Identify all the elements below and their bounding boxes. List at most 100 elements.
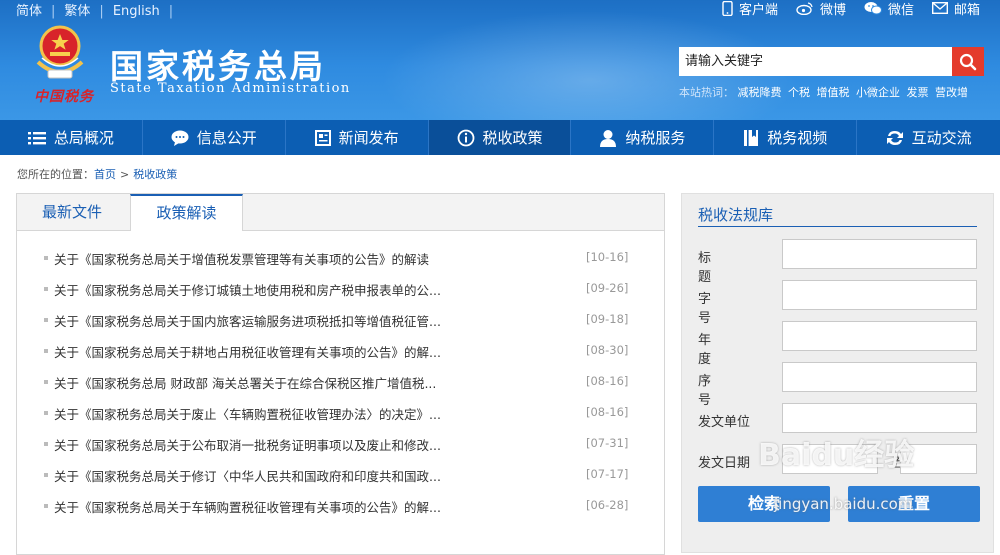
breadcrumb: 您所在的位置：首页 > 税收政策 — [17, 166, 177, 182]
list-item-title[interactable]: 关于《国家税务总局关于修订〈中华人民共和国政府和印度共和国政... — [54, 466, 441, 485]
date-to-field[interactable] — [900, 444, 977, 474]
search-box — [679, 47, 984, 76]
title-field[interactable] — [782, 239, 977, 269]
lang-traditional-link[interactable]: 繁体 — [64, 4, 90, 19]
nav-item-tax-service[interactable]: 纳税服务 — [571, 120, 715, 155]
nav-item-tax-policy[interactable]: 税收政策 — [428, 120, 572, 155]
year-field[interactable] — [782, 321, 977, 351]
list-item[interactable]: 关于《国家税务总局关于耕地占用税征收管理有关事项的公告》的解... [08-30] — [17, 335, 664, 366]
lang-english-link[interactable]: English — [113, 4, 160, 19]
mail-icon — [931, 2, 948, 14]
mail-link[interactable]: 邮箱 — [931, 0, 980, 18]
list-item-title[interactable]: 关于《国家税务总局关于车辆购置税征收管理有关事项的公告》的解... — [54, 497, 441, 516]
search-icon — [959, 53, 977, 70]
list-item[interactable]: 关于《国家税务总局关于废止〈车辆购置税征收管理办法〉的决定》... [08-16] — [17, 397, 664, 428]
hot-word[interactable]: 小微企业 — [856, 86, 900, 99]
hot-word[interactable]: 个税 — [788, 86, 810, 99]
client-link[interactable]: 客户端 — [722, 0, 778, 18]
nav-label: 信息公开 — [196, 129, 257, 147]
nav-item-overview[interactable]: 总局概况 — [0, 120, 143, 155]
weibo-icon — [796, 2, 813, 15]
list-item-title[interactable]: 关于《国家税务总局关于国内旅客运输服务进项税抵扣等增值税征管... — [54, 311, 441, 330]
tab-policy-interpretation[interactable]: 政策解读 — [130, 194, 243, 231]
nav-label: 税务视频 — [767, 129, 828, 147]
list-item[interactable]: 关于《国家税务总局关于修订〈中华人民共和国政府和印度共和国政... [07-17] — [17, 459, 664, 490]
lang-separator: | — [51, 4, 56, 19]
reset-button[interactable]: 重置 — [848, 486, 980, 522]
search-law-button[interactable]: 检索 — [698, 486, 830, 522]
bullet-icon — [44, 473, 48, 477]
wechat-link-label: 微信 — [887, 2, 914, 18]
bullet-icon — [44, 318, 48, 322]
tab-latest-documents[interactable]: 最新文件 — [42, 194, 102, 230]
list-item[interactable]: 关于《国家税务总局关于增值税发票管理等有关事项的公告》的解读 [10-16] — [17, 242, 664, 273]
search-input[interactable] — [679, 47, 951, 76]
issuer-field[interactable] — [782, 403, 977, 433]
bullet-icon — [44, 287, 48, 291]
policy-list-panel: 最新文件 政策解读 关于《国家税务总局关于增值税发票管理等有关事项的公告》的解读… — [16, 193, 665, 555]
list-item[interactable]: 关于《国家税务总局 财政部 海关总署关于在综合保税区推广增值税... [08-16… — [17, 366, 664, 397]
menu-icon — [27, 131, 46, 144]
hot-word[interactable]: 减税降费 — [738, 86, 782, 99]
bullet-icon — [44, 380, 48, 384]
nav-item-news[interactable]: 新闻发布 — [286, 120, 429, 155]
nav-label: 互动交流 — [911, 129, 972, 147]
serial-field[interactable] — [782, 362, 977, 392]
hot-word[interactable]: 增值税 — [817, 86, 850, 99]
site-subtitle: State Taxation Administration — [110, 81, 351, 96]
bullet-icon — [44, 411, 48, 415]
bullet-icon — [44, 256, 48, 260]
field-label-title: 标题 — [698, 251, 731, 285]
list-item[interactable]: 关于《国家税务总局关于国内旅客运输服务进项税抵扣等增值税征管... [09-18] — [17, 304, 664, 335]
hot-word[interactable]: 发票 — [907, 86, 929, 99]
weibo-link[interactable]: 微博 — [796, 0, 846, 18]
law-panel-divider — [698, 226, 977, 227]
date-from-field[interactable] — [782, 444, 878, 474]
nav-item-disclosure[interactable]: 信息公开 — [143, 120, 286, 155]
field-label-year: 年度 — [698, 333, 731, 367]
list-item-title[interactable]: 关于《国家税务总局关于耕地占用税征收管理有关事项的公告》的解... — [54, 342, 441, 361]
national-emblem-logo[interactable] — [28, 22, 92, 84]
field-label-issuer: 发文单位 — [698, 415, 751, 430]
law-search-panel: 税收法规库 标题 字号 年度 序号 发文单位 发文日期 至 检索 重置 — [681, 193, 994, 553]
list-item[interactable]: 关于《国家税务总局关于车辆购置税征收管理有关事项的公告》的解... [06-28] — [17, 490, 664, 521]
list-item-date: [06-28] — [586, 498, 629, 512]
client-link-label: 客户端 — [738, 2, 778, 18]
wechat-link[interactable]: 微信 — [864, 0, 914, 18]
lang-simplified-link[interactable]: 简体 — [16, 4, 42, 19]
list-item-title[interactable]: 关于《国家税务总局关于废止〈车辆购置税征收管理办法〉的决定》... — [54, 404, 441, 423]
list-item[interactable]: 关于《国家税务总局关于公布取消一批税务证明事项以及废止和修改... [07-31] — [17, 428, 664, 459]
weibo-link-label: 微博 — [819, 2, 846, 18]
document-icon — [314, 129, 331, 146]
list-item-date: [09-18] — [586, 312, 629, 326]
site-header: 简体 | 繁体 | English | 客户端 微博 微信 邮箱 中国税务 国家税务总局 … — [0, 0, 1000, 120]
main-nav: 总局概况 信息公开 新闻发布 税收政策 纳税服务 税务视频 互动交流 — [0, 120, 1000, 155]
nav-item-interaction[interactable]: 互动交流 — [857, 120, 1000, 155]
list-item-title[interactable]: 关于《国家税务总局 财政部 海关总署关于在综合保税区推广增值税... — [54, 373, 436, 392]
list-item-date: [10-16] — [586, 250, 629, 264]
field-label-serial: 序号 — [698, 374, 731, 408]
list-item-title[interactable]: 关于《国家税务总局关于修订城镇土地使用税和房产税申报表单的公... — [54, 280, 441, 299]
nav-label: 税收政策 — [482, 129, 543, 147]
breadcrumb-current-link[interactable]: 税收政策 — [133, 168, 177, 181]
lang-separator: | — [99, 4, 104, 19]
list-item[interactable]: 关于《国家税务总局关于修订城镇土地使用税和房产税申报表单的公... [09-26] — [17, 273, 664, 304]
wechat-icon — [864, 2, 882, 15]
mail-link-label: 邮箱 — [953, 2, 980, 18]
nav-label: 新闻发布 — [338, 129, 399, 147]
breadcrumb-prefix: 您所在的位置： — [17, 168, 94, 181]
doc-number-field[interactable] — [782, 280, 977, 310]
mobile-icon — [722, 0, 733, 16]
field-label-issue-date: 发文日期 — [698, 456, 751, 471]
user-icon — [600, 129, 617, 147]
list-item-title[interactable]: 关于《国家税务总局关于增值税发票管理等有关事项的公告》的解读 — [54, 249, 429, 268]
hot-word[interactable]: 营改增 — [935, 86, 968, 99]
search-button[interactable] — [952, 47, 984, 76]
breadcrumb-home-link[interactable]: 首页 — [94, 168, 116, 181]
list-item-date: [08-30] — [586, 343, 629, 357]
law-panel-title[interactable]: 税收法规库 — [698, 204, 773, 225]
list-item-title[interactable]: 关于《国家税务总局关于公布取消一批税务证明事项以及废止和修改... — [54, 435, 441, 454]
motto-logo-text: 中国税务 — [34, 89, 94, 105]
nav-item-tax-video[interactable]: 税务视频 — [714, 120, 858, 155]
list-item-date: [07-17] — [586, 467, 629, 481]
